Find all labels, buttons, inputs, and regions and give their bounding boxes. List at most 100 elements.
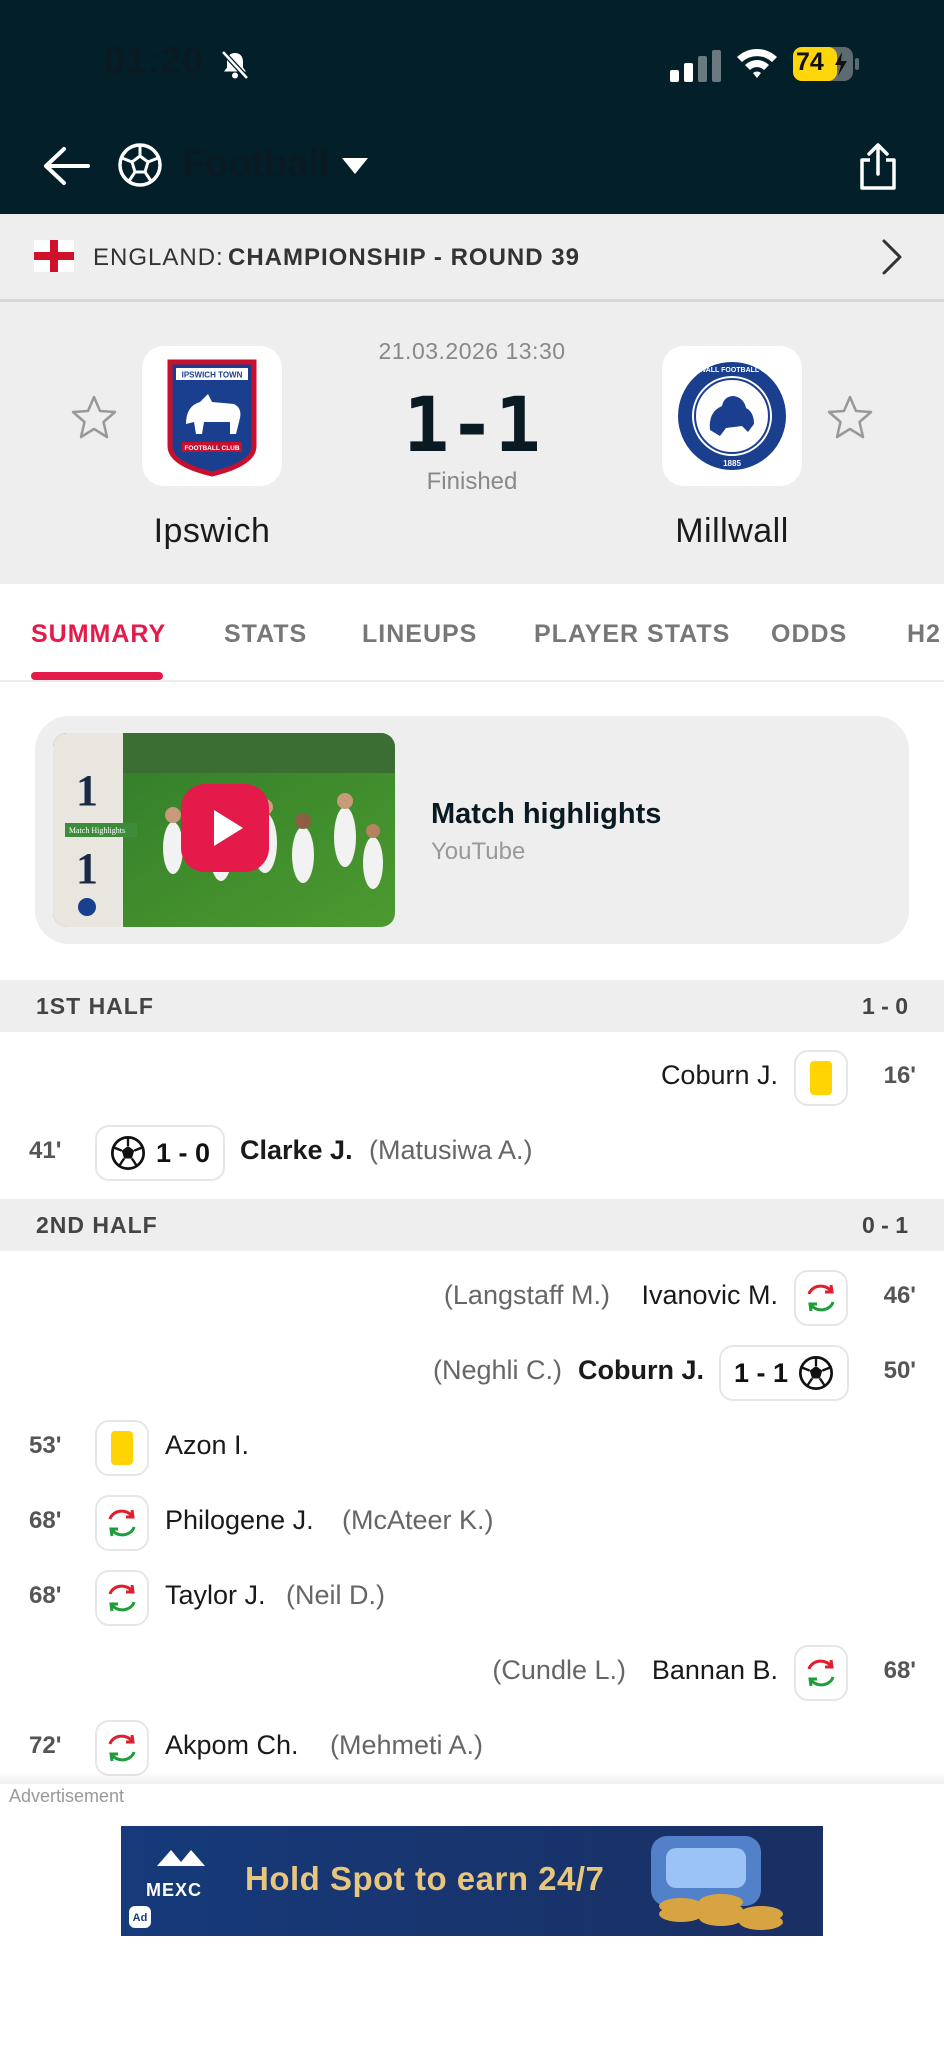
- incident-minute: 41': [29, 1137, 62, 1164]
- england-flag-icon: [34, 240, 74, 272]
- incident-assist[interactable]: (Matusiwa A.): [369, 1135, 533, 1166]
- millwall-crest-text: MILLWALL FOOTBALL CLUB: [684, 367, 781, 374]
- incident-player[interactable]: Coburn J.: [578, 1355, 704, 1386]
- incident-row: (Cundle L.) Bannan B. 68': [0, 1643, 944, 1703]
- goal-ball-icon: [110, 1135, 146, 1171]
- sport-selector-label[interactable]: Football: [182, 143, 330, 186]
- substitution-icon: [95, 1720, 149, 1776]
- away-team-name[interactable]: Millwall: [612, 512, 852, 551]
- incident-row: 53' Azon I.: [0, 1418, 944, 1478]
- millwall-crest-icon: MILLWALL FOOTBALL CLUB 1885: [678, 362, 786, 470]
- incident-player[interactable]: Akpom Ch.: [165, 1730, 299, 1761]
- highlights-thumbnail[interactable]: 1 Match Highlights 1: [53, 733, 395, 927]
- incident-player[interactable]: Taylor J.: [165, 1580, 266, 1611]
- incident-row: 41' 1 - 0 Clarke J. (Matusiwa A.): [0, 1123, 944, 1183]
- incident-row: (Neghli C.) Coburn J. 1 - 1 50': [0, 1343, 944, 1403]
- match-status: Finished: [426, 468, 518, 495]
- substitution-icon: [95, 1495, 149, 1551]
- thumb-away-score: 1: [76, 844, 98, 893]
- incident-assist[interactable]: (Neghli C.): [433, 1355, 562, 1386]
- favorite-home-star-icon[interactable]: [70, 394, 118, 440]
- goal-score: 1 - 0: [155, 1137, 211, 1168]
- incident-minute: 68': [29, 1507, 62, 1534]
- yellow-card-icon: [95, 1420, 149, 1476]
- tab-h2h[interactable]: H2: [907, 620, 941, 649]
- tab-summary[interactable]: SUMMARY: [31, 620, 166, 649]
- period-score: 0 - 1: [861, 1212, 908, 1238]
- highlights-thumbnail-image: 1 Match Highlights 1: [53, 733, 395, 927]
- incident-assist[interactable]: (Langstaff M.): [444, 1280, 610, 1311]
- tab-lineups[interactable]: LINEUPS: [362, 620, 477, 649]
- football-icon[interactable]: [117, 142, 163, 188]
- competition-country: ENGLAND:: [93, 244, 224, 271]
- period-header-first-half: 1ST HALF 1 - 0: [0, 980, 944, 1032]
- ad-headline[interactable]: Hold Spot to earn 24/7: [245, 1860, 604, 1898]
- home-team-name[interactable]: Ipswich: [92, 512, 332, 551]
- incident-row: 68' Taylor J. (Neil D.): [0, 1568, 944, 1628]
- incident-player[interactable]: Azon I.: [165, 1430, 249, 1461]
- incident-assist[interactable]: (Mehmeti A.): [330, 1730, 483, 1761]
- match-datetime: 21.03.2026 13:30: [378, 338, 566, 364]
- status-time: 01:20: [104, 40, 204, 82]
- incident-row: (Langstaff M.) Ivanovic M. 46': [0, 1268, 944, 1328]
- incident-assist[interactable]: (Cundle L.): [492, 1655, 626, 1686]
- yellow-card-icon: [794, 1050, 848, 1106]
- substitution-icon: [95, 1570, 149, 1626]
- millwall-crest-year: 1885: [723, 459, 741, 468]
- period-label: 1ST HALF: [36, 993, 154, 1019]
- incident-minute: 72': [29, 1732, 62, 1759]
- favorite-away-star-icon[interactable]: [826, 394, 874, 440]
- ipswich-crest-text: IPSWICH TOWN: [182, 371, 243, 380]
- incident-player[interactable]: Bannan B.: [652, 1655, 778, 1686]
- active-tab-indicator: [31, 672, 163, 680]
- highlights-title[interactable]: Match highlights: [431, 798, 661, 831]
- incident-minute: 46': [883, 1282, 916, 1309]
- incident-row: 68' Philogene J. (McAteer K.): [0, 1493, 944, 1553]
- ad-brand[interactable]: MEXC: [146, 1880, 202, 1901]
- share-icon[interactable]: [856, 142, 900, 192]
- bell-muted-icon: [221, 50, 249, 80]
- match-score: 1-1: [403, 380, 541, 469]
- ad-badge: Ad: [133, 1912, 148, 1924]
- chevron-right-icon[interactable]: [880, 238, 904, 276]
- wifi-icon: [737, 49, 777, 78]
- period-label: 2ND HALF: [36, 1212, 158, 1238]
- incident-row: Coburn J. 16': [0, 1048, 944, 1108]
- incident-minute: 50': [883, 1357, 916, 1384]
- incident-minute: 68': [883, 1657, 916, 1684]
- goal-incident-box: 1 - 0: [95, 1125, 225, 1181]
- back-arrow-icon[interactable]: [42, 145, 90, 187]
- incident-player[interactable]: Philogene J.: [165, 1505, 314, 1536]
- battery-level: 74: [796, 48, 824, 76]
- incident-player[interactable]: Clarke J.: [240, 1135, 353, 1166]
- goal-ball-icon: [798, 1355, 834, 1391]
- tab-odds[interactable]: ODDS: [771, 620, 847, 649]
- thumb-label: Match Highlights: [69, 826, 125, 835]
- incident-player[interactable]: Ivanovic M.: [641, 1280, 778, 1311]
- period-score: 1 - 0: [861, 993, 908, 1019]
- competition-name: CHAMPIONSHIP - ROUND 39: [228, 244, 580, 271]
- incident-player[interactable]: Coburn J.: [661, 1060, 778, 1091]
- substitution-icon: [794, 1645, 848, 1701]
- incident-row: 72' Akpom Ch. (Mehmeti A.): [0, 1718, 944, 1778]
- highlights-source: YouTube: [431, 838, 526, 865]
- cellular-signal-icon: [670, 50, 721, 82]
- incident-minute: 16': [883, 1062, 916, 1089]
- thumb-home-score: 1: [76, 766, 98, 815]
- goal-score: 1 - 1: [733, 1357, 789, 1388]
- period-header-second-half: 2ND HALF 0 - 1: [0, 1199, 944, 1251]
- substitution-icon: [794, 1270, 848, 1326]
- tab-player-stats[interactable]: PLAYER STATS: [534, 620, 730, 649]
- ad-label: Advertisement: [9, 1786, 125, 1806]
- incident-assist[interactable]: (Neil D.): [286, 1580, 385, 1611]
- incident-assist[interactable]: (McAteer K.): [342, 1505, 494, 1536]
- ipswich-crest-icon: IPSWICH TOWN FOOTBALL CLUB: [167, 359, 257, 477]
- incident-minute: 53': [29, 1432, 62, 1459]
- incident-minute: 68': [29, 1582, 62, 1609]
- tab-stats[interactable]: STATS: [224, 620, 307, 649]
- chevron-down-icon[interactable]: [340, 156, 370, 176]
- away-team-logo[interactable]: MILLWALL FOOTBALL CLUB 1885: [662, 346, 802, 486]
- ipswich-crest-bottom: FOOTBALL CLUB: [184, 445, 239, 452]
- home-team-logo[interactable]: IPSWICH TOWN FOOTBALL CLUB: [142, 346, 282, 486]
- goal-incident-box: 1 - 1: [719, 1345, 849, 1401]
